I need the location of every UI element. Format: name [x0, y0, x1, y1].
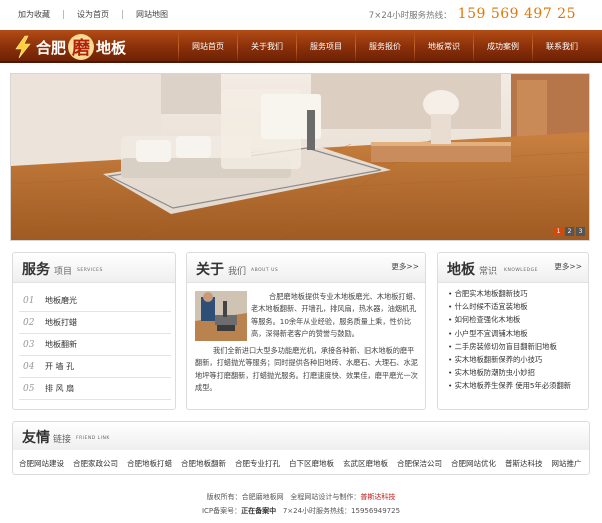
logo-text-floor: 地板 [96, 38, 127, 57]
nav-pricing[interactable]: 服务报价 [356, 30, 414, 63]
about-paragraph-2: 我们全新进口大型多功能磨光机，承接各种新、旧木地板的磨平翻新，打蜡抛光等服务；同… [195, 346, 418, 393]
about-header: 关于 我们 ABOUT US 更多>> [187, 253, 425, 283]
friend-link[interactable]: 玄武区磨地板 [343, 458, 388, 469]
friend-links-box: 友情 链接 FRIEND LINK 合肥网站建设 合肥家政公司 合肥地板打蜡 合… [12, 421, 590, 475]
list-item[interactable]: • 实木地板养生保养 使用5年必须翻新 [448, 381, 588, 394]
top-bar: 加为收藏 设为首页 网站地图 7×24小时服务热线： 159 569 497 2… [0, 0, 602, 30]
friend-header: 友情 链接 FRIEND LINK [13, 422, 589, 450]
list-item[interactable]: • 实木地板翻新保养的小技巧 [448, 355, 588, 368]
about-subtitle: 我们 [228, 267, 247, 277]
knowledge-header: 地板 常识 KNOWLEDGE 更多>> [438, 253, 588, 283]
lightning-bolt-icon [15, 35, 31, 59]
friend-link[interactable]: 合肥网站优化 [451, 458, 496, 469]
list-item[interactable]: • 二手房装修切勿盲目翻新旧地板 [448, 342, 588, 355]
icp-label: ICP备案号： [201, 507, 242, 515]
list-item[interactable]: 01 地板磨光 [19, 290, 171, 312]
services-en: SERVICES [77, 268, 103, 273]
friend-links: 合肥网站建设 合肥家政公司 合肥地板打蜡 合肥地板翻新 合肥专业打孔 白下区磨地… [19, 458, 582, 469]
list-item[interactable]: 03 地板翻新 [19, 334, 171, 356]
banner-dot[interactable]: 1 [554, 227, 563, 236]
friend-link[interactable]: 合肥保洁公司 [397, 458, 442, 469]
services-title: 服务 [22, 262, 50, 278]
banner-image [11, 74, 589, 240]
knowledge-subtitle: 常识 [479, 267, 498, 277]
nav-about[interactable]: 关于我们 [238, 30, 296, 63]
list-item[interactable]: • 如何检查强化木地板 [448, 315, 588, 328]
copyright-value: 合肥磨地板网 [241, 493, 284, 501]
friend-link[interactable]: 网站推广 [552, 458, 582, 469]
friend-en: FRIEND LINK [76, 436, 110, 441]
knowledge-title: 地板 [447, 262, 475, 278]
set-homepage-link[interactable]: 设为首页 [77, 9, 109, 20]
hotline: 7×24小时服务热线： 159 569 497 25 [369, 6, 576, 22]
services-box: 服务 项目 SERVICES 01 地板磨光 02 地板打蜡 03 地板翻新 04 开 … [12, 252, 176, 410]
about-title: 关于 [196, 262, 224, 278]
knowledge-list: • 合肥实木地板翻新技巧 • 什么时候不适宜装地板 • 如何检查强化木地板 • … [448, 289, 588, 395]
friend-link[interactable]: 合肥家政公司 [73, 458, 118, 469]
about-paragraph-1: 合肥磨地板提供专业木地板磨光、木地板打蜡、老木地板翻新、开墙孔，排风扇，热水器，… [251, 292, 420, 339]
list-item[interactable]: • 小户型不宜调铺木地板 [448, 329, 588, 342]
nav-home[interactable]: 网站首页 [179, 30, 237, 63]
nav-services[interactable]: 服务项目 [297, 30, 355, 63]
footer: 版权所有：合肥磨地板网 全程网站设计与制作：普斯达科技 ICP备案号：正在备案中… [0, 490, 602, 518]
list-item[interactable]: • 什么时候不适宜装地板 [448, 302, 588, 315]
hotline-number: 159 569 497 25 [457, 6, 576, 22]
list-item[interactable]: 02 地板打蜡 [19, 312, 171, 334]
divider [63, 10, 64, 19]
sitemap-link[interactable]: 网站地图 [136, 9, 168, 20]
services-subtitle: 项目 [54, 267, 73, 277]
nav-contact[interactable]: 联系我们 [533, 30, 591, 63]
nav-knowledge[interactable]: 地板常识 [415, 30, 473, 63]
main-nav: 合肥 磨 地板 网站首页 关于我们 服务项目 服务报价 地板常识 成功案例 联系… [0, 30, 602, 63]
list-item[interactable]: • 实木地板防潮防虫小妙招 [448, 368, 588, 381]
about-photo [195, 291, 247, 341]
icp-value: 正在备案中 [241, 507, 277, 515]
services-header: 服务 项目 SERVICES [13, 253, 175, 283]
copyright-label: 版权所有： [206, 493, 242, 501]
divider [122, 10, 123, 19]
logo-badge: 磨 [68, 34, 95, 60]
list-item[interactable]: • 合肥实木地板翻新技巧 [448, 289, 588, 302]
about-en: ABOUT US [251, 268, 279, 273]
site-logo[interactable]: 合肥 磨 地板 [12, 32, 126, 62]
about-box: 关于 我们 ABOUT US 更多>> 合肥磨地板提供专业木地板磨光、木地板打蜡… [186, 252, 426, 410]
design-link[interactable]: 普斯达科技 [360, 493, 395, 501]
banner-pager: 1 2 3 [554, 227, 585, 236]
knowledge-box: 地板 常识 KNOWLEDGE 更多>> • 合肥实木地板翻新技巧 • 什么时候… [437, 252, 589, 410]
logo-text-hefei: 合肥 [36, 38, 67, 57]
about-more-link[interactable]: 更多>> [391, 261, 419, 272]
friend-link[interactable]: 合肥专业打孔 [235, 458, 280, 469]
friend-subtitle: 链接 [53, 435, 72, 445]
knowledge-more-link[interactable]: 更多>> [554, 261, 582, 272]
banner-dot[interactable]: 2 [565, 227, 574, 236]
add-favorite-link[interactable]: 加为收藏 [18, 9, 50, 20]
list-item[interactable]: 04 开 墙 孔 [19, 356, 171, 378]
hero-banner: 1 2 3 [10, 73, 590, 241]
top-links: 加为收藏 设为首页 网站地图 [18, 9, 168, 20]
friend-link[interactable]: 合肥地板打蜡 [127, 458, 172, 469]
services-list: 01 地板磨光 02 地板打蜡 03 地板翻新 04 开 墙 孔 05 排 风 扇 [19, 290, 171, 400]
friend-title: 友情 [22, 430, 50, 446]
banner-dot[interactable]: 3 [576, 227, 585, 236]
hotline-label: 7×24小时服务热线： [368, 11, 452, 21]
friend-link[interactable]: 合肥网站建设 [19, 458, 64, 469]
footer-line-1: 版权所有：合肥磨地板网 全程网站设计与制作：普斯达科技 [0, 490, 602, 504]
footer-line-2: ICP备案号：正在备案中 7×24小时服务热线：15956949725 [0, 504, 602, 518]
design-label: 全程网站设计与制作： [290, 493, 361, 501]
list-item[interactable]: 05 排 风 扇 [19, 378, 171, 400]
friend-link[interactable]: 白下区磨地板 [289, 458, 334, 469]
footer-hotline: 7×24小时服务热线：15956949725 [282, 507, 401, 515]
nav-items: 网站首页 关于我们 服务项目 服务报价 地板常识 成功案例 联系我们 [178, 30, 591, 63]
friend-link[interactable]: 合肥地板翻新 [181, 458, 226, 469]
knowledge-en: KNOWLEDGE [504, 268, 538, 273]
friend-link[interactable]: 普斯达科技 [505, 458, 543, 469]
nav-cases[interactable]: 成功案例 [474, 30, 532, 63]
